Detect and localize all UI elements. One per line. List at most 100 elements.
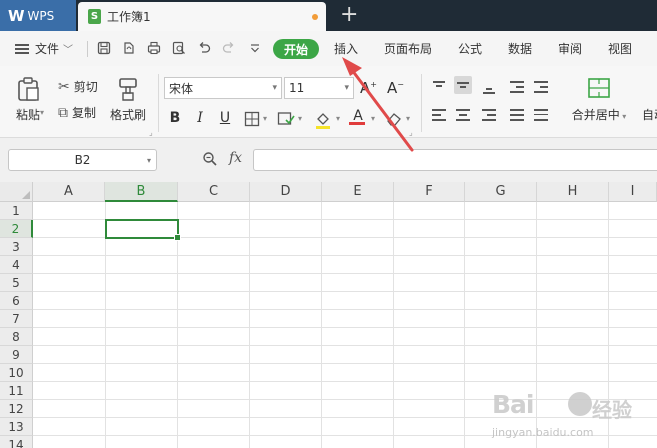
row-header-12[interactable]: 12: [0, 400, 33, 418]
cut-button[interactable]: ✂ 剪切: [58, 78, 98, 95]
column-header-h[interactable]: H: [537, 182, 609, 202]
tab-data[interactable]: 数据: [508, 31, 532, 66]
distributed-align-button[interactable]: [532, 106, 550, 124]
brush-icon: [119, 78, 137, 101]
align-right-button[interactable]: [480, 106, 498, 124]
tab-insert[interactable]: 插入: [334, 31, 358, 66]
decrease-indent-button[interactable]: [508, 78, 526, 96]
chevron-down-icon: ﹀: [63, 45, 74, 56]
tab-page-layout[interactable]: 页面布局: [384, 31, 432, 66]
fill-color-icon[interactable]: [313, 110, 333, 130]
align-left-button[interactable]: [430, 106, 448, 124]
align-middle-button[interactable]: [454, 76, 472, 94]
row-header-9[interactable]: 9: [0, 346, 33, 364]
borders-icon[interactable]: [244, 111, 260, 127]
watermark-brand: 经验: [592, 398, 632, 422]
title-bar: W WPS S 工作簿1 +: [0, 0, 657, 31]
row-header-13[interactable]: 13: [0, 418, 33, 436]
row-header-1[interactable]: 1: [0, 202, 33, 220]
clipboard-group-launcher-icon[interactable]: ⌟: [149, 128, 153, 137]
row-header-10[interactable]: 10: [0, 364, 33, 382]
column-header-g[interactable]: G: [465, 182, 537, 202]
fx-icon[interactable]: fx: [229, 150, 242, 166]
font-size-value: 11: [289, 81, 305, 95]
row-header-6[interactable]: 6: [0, 292, 33, 310]
cell-style-icon[interactable]: [277, 111, 295, 127]
row-header-2[interactable]: 2: [0, 220, 33, 238]
column-header-a[interactable]: A: [33, 182, 105, 202]
fill-color-dropdown-icon[interactable]: ▾: [336, 114, 340, 123]
tab-view[interactable]: 视图: [608, 31, 632, 66]
increase-indent-button[interactable]: [532, 78, 550, 96]
file-menu-button[interactable]: 文件 ﹀: [15, 31, 73, 66]
hamburger-icon: [15, 43, 29, 54]
font-color-dropdown-icon[interactable]: ▾: [371, 114, 375, 123]
save-icon[interactable]: [97, 41, 111, 55]
cell-style-dropdown-icon[interactable]: ▾: [298, 114, 302, 123]
font-name-select[interactable]: 宋体 ▾: [164, 77, 282, 99]
column-header-b[interactable]: B: [105, 182, 178, 202]
chevron-down-icon: ▾: [272, 83, 277, 93]
auto-wrap-button[interactable]: 自动: [634, 76, 657, 123]
row-header-11[interactable]: 11: [0, 382, 33, 400]
clear-format-icon[interactable]: [385, 111, 403, 127]
redo-icon[interactable]: [222, 41, 236, 55]
zoom-icon[interactable]: [202, 151, 218, 167]
formula-input[interactable]: [253, 149, 657, 171]
cut-label: 剪切: [73, 80, 98, 94]
print-preview-icon[interactable]: [172, 41, 186, 55]
active-cell-b2[interactable]: [105, 219, 181, 241]
clear-format-dropdown-icon[interactable]: ▾: [406, 114, 410, 123]
export-pdf-icon[interactable]: [122, 41, 136, 55]
row-header-5[interactable]: 5: [0, 274, 33, 292]
divider: [158, 74, 159, 132]
underline-button[interactable]: U: [216, 110, 234, 126]
bold-button[interactable]: B: [166, 110, 184, 126]
justify-button[interactable]: [508, 106, 526, 124]
borders-dropdown-icon[interactable]: ▾: [263, 114, 267, 123]
column-header-f[interactable]: F: [394, 182, 465, 202]
column-header-c[interactable]: C: [178, 182, 250, 202]
paste-dropdown-icon[interactable]: ▾: [40, 108, 44, 117]
increase-font-size-button[interactable]: A+: [360, 79, 377, 97]
align-center-button[interactable]: [454, 106, 472, 124]
align-bottom-button[interactable]: [480, 78, 498, 96]
divider: [87, 41, 88, 57]
copy-icon: ⧉: [58, 104, 68, 121]
font-color-button[interactable]: A: [349, 108, 367, 125]
align-top-button[interactable]: [430, 78, 448, 96]
row-header-14[interactable]: 14: [0, 436, 33, 448]
tab-start[interactable]: 开始: [273, 39, 319, 59]
merge-center-button[interactable]: 合并居中 ▾: [568, 76, 630, 123]
chevron-down-icon: ▾: [344, 83, 349, 93]
select-all-corner[interactable]: [0, 182, 33, 202]
row-header-7[interactable]: 7: [0, 310, 33, 328]
new-tab-button[interactable]: +: [340, 3, 358, 27]
row-header-3[interactable]: 3: [0, 238, 33, 256]
paste-label: 粘贴: [15, 108, 40, 122]
font-group-launcher-icon[interactable]: ⌟: [409, 128, 413, 137]
formula-bar: B2 ▾ fx: [0, 138, 657, 182]
scissors-icon: ✂: [58, 78, 70, 95]
tab-review[interactable]: 审阅: [558, 31, 582, 66]
unsaved-dot-icon: [312, 14, 318, 20]
increase-font-icon: A+: [360, 79, 377, 97]
tab-formulas[interactable]: 公式: [458, 31, 482, 66]
font-size-select[interactable]: 11 ▾: [284, 77, 354, 99]
format-painter-button[interactable]: 格式刷: [108, 76, 148, 123]
column-header-d[interactable]: D: [250, 182, 322, 202]
wps-home-tab[interactable]: W WPS: [0, 0, 76, 31]
column-header-e[interactable]: E: [322, 182, 394, 202]
italic-button[interactable]: I: [191, 110, 209, 126]
quick-access-dropdown-icon[interactable]: [248, 41, 262, 55]
watermark-logo-text: Bai: [492, 390, 534, 419]
print-icon[interactable]: [147, 41, 161, 55]
decrease-font-size-button[interactable]: A−: [387, 79, 404, 97]
row-header-4[interactable]: 4: [0, 256, 33, 274]
copy-button[interactable]: ⧉ 复制: [58, 104, 96, 121]
name-box[interactable]: B2 ▾: [8, 149, 157, 171]
column-header-i[interactable]: I: [609, 182, 657, 202]
document-tab[interactable]: S 工作簿1: [78, 2, 326, 31]
undo-icon[interactable]: [197, 41, 211, 55]
row-header-8[interactable]: 8: [0, 328, 33, 346]
